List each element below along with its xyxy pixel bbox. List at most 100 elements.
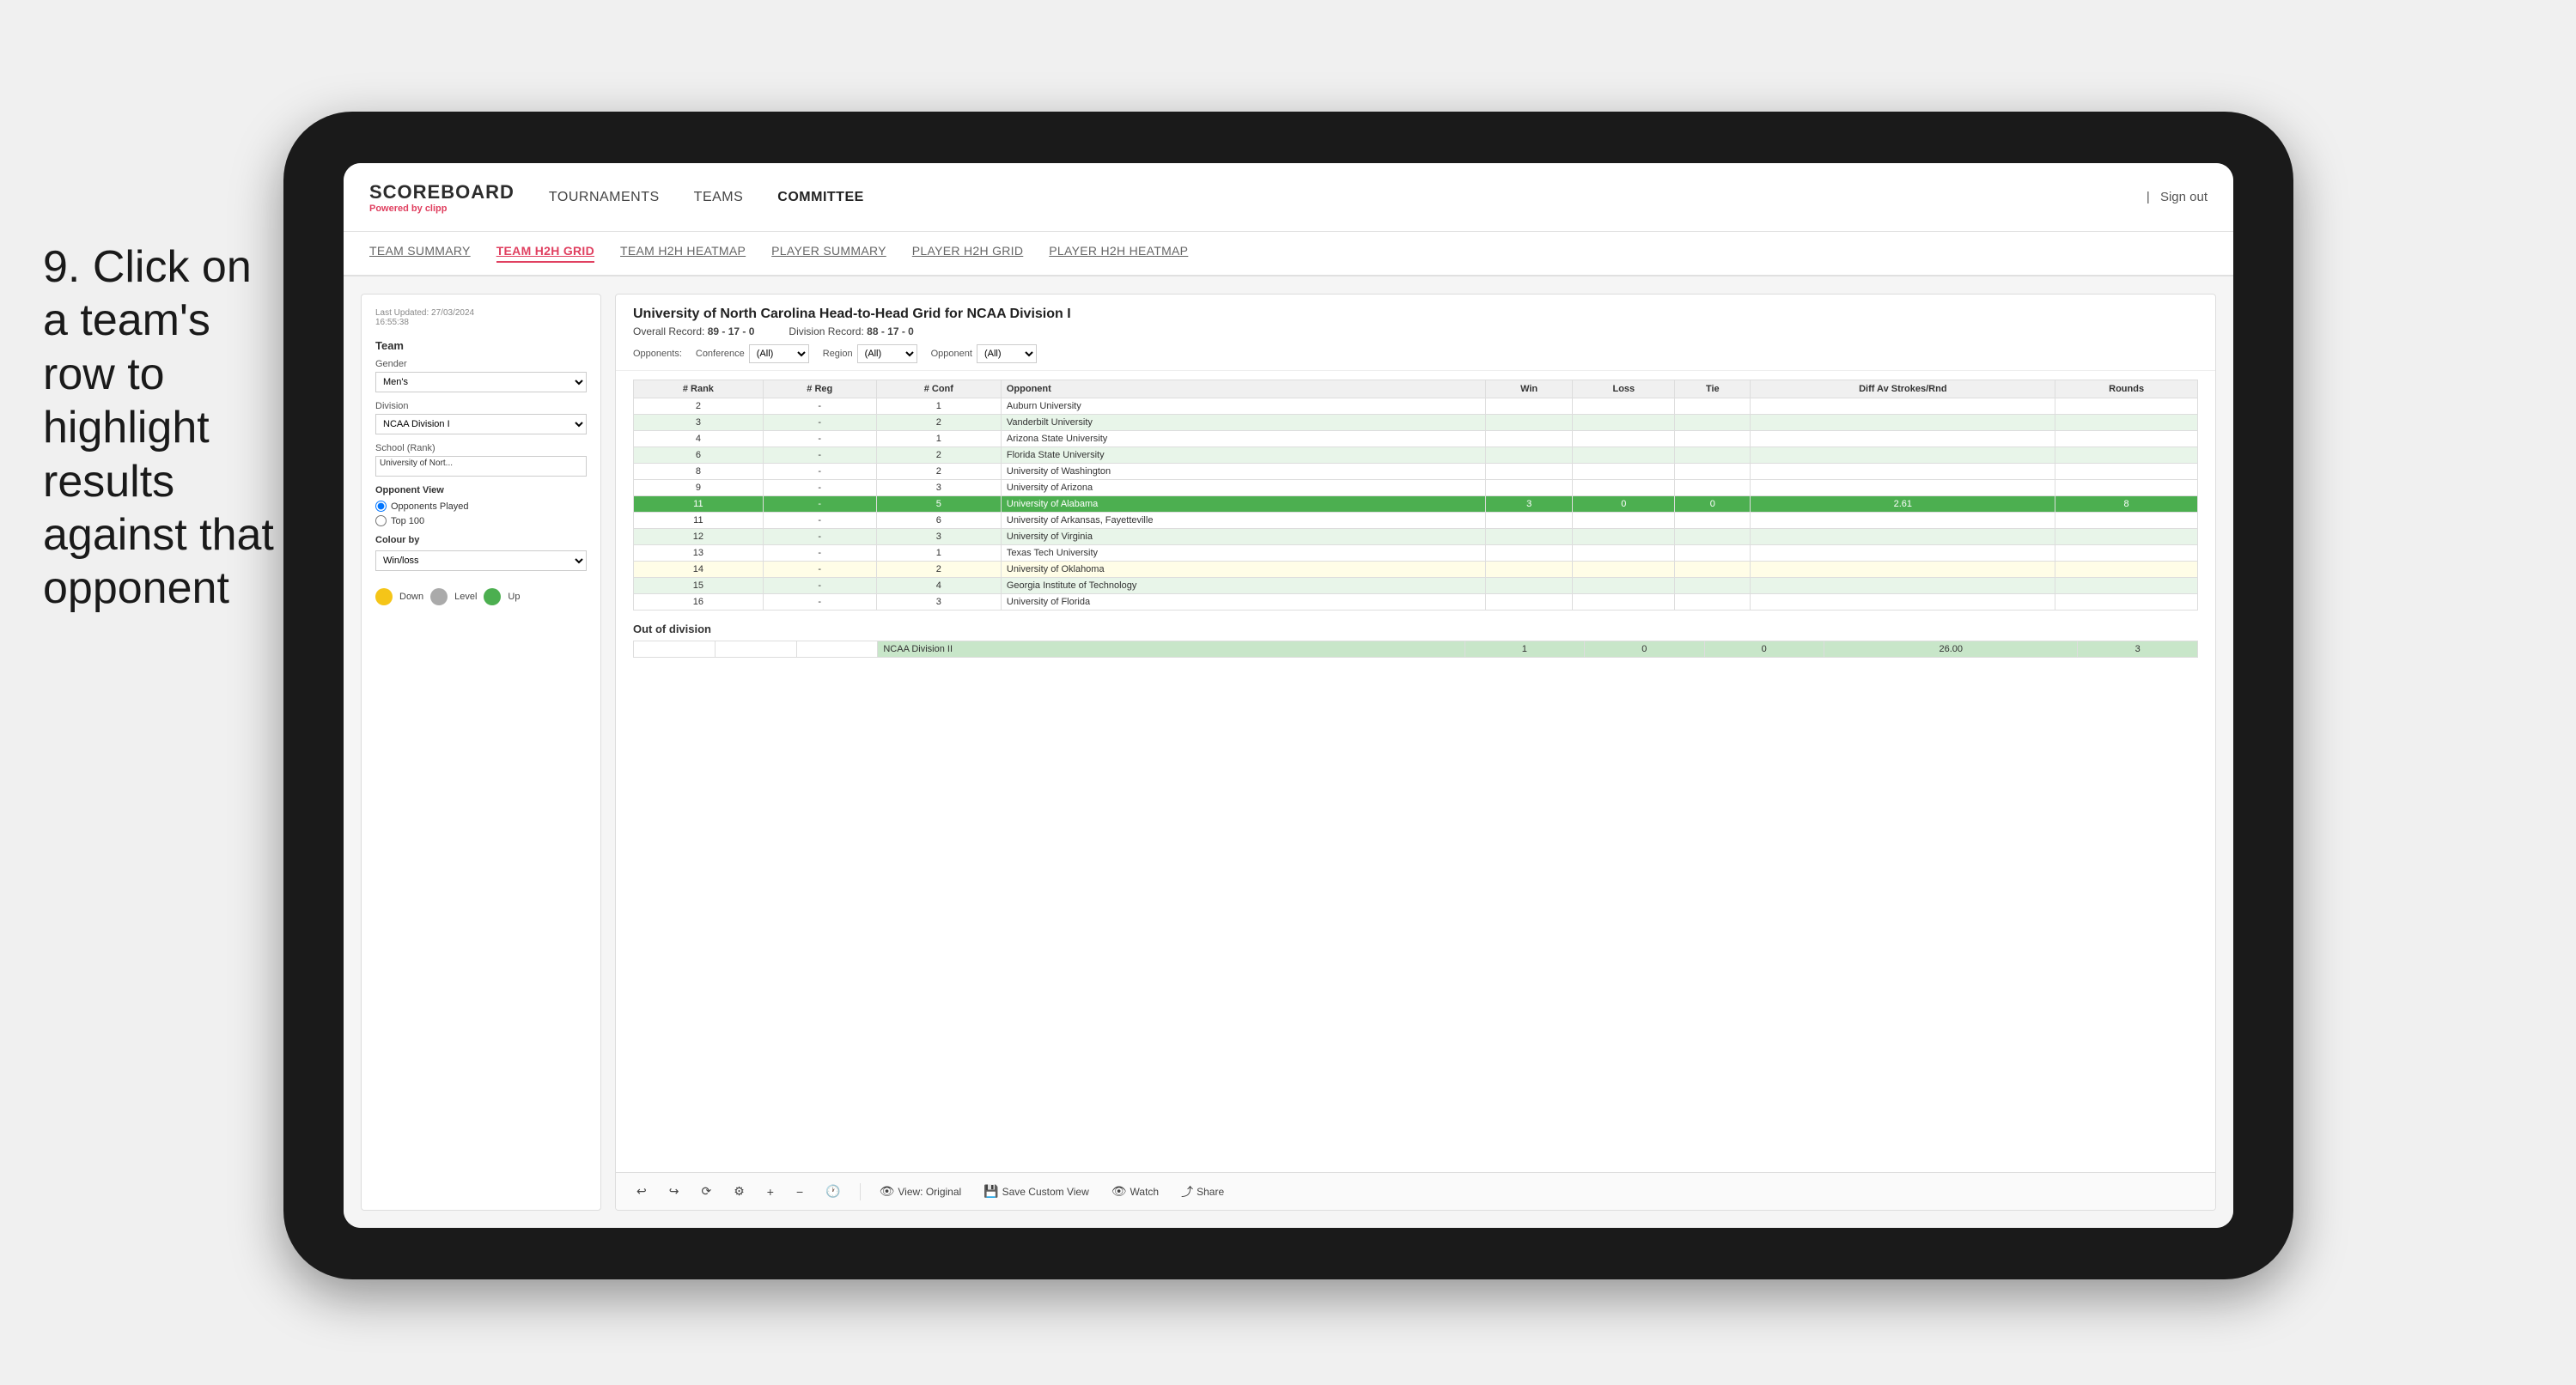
tab-player-h2h-heatmap[interactable]: PLAYER H2H HEATMAP <box>1049 244 1188 263</box>
table-cell <box>1573 513 1675 529</box>
table-row[interactable]: 6-2Florida State University <box>634 447 2198 464</box>
tab-player-h2h-grid[interactable]: PLAYER H2H GRID <box>912 244 1024 263</box>
undo-button[interactable]: ↩ <box>630 1182 654 1201</box>
share-button[interactable]: ⤴ Share <box>1174 1181 1231 1203</box>
settings-button[interactable]: ⚙ <box>727 1182 752 1201</box>
legend-down-dot <box>375 588 393 605</box>
table-cell <box>1573 431 1675 447</box>
table-cell <box>1573 480 1675 496</box>
table-cell: - <box>763 513 876 529</box>
clock-button[interactable]: 🕐 <box>819 1182 847 1201</box>
tab-team-h2h-grid[interactable]: TEAM H2H GRID <box>496 244 594 263</box>
table-cell: 4 <box>634 431 764 447</box>
col-win: Win <box>1485 380 1573 398</box>
table-row[interactable]: 12-3University of Virginia <box>634 529 2198 545</box>
table-cell <box>1751 431 2055 447</box>
table-cell <box>1573 545 1675 562</box>
table-cell <box>1485 562 1573 578</box>
colour-by-select[interactable]: Win/loss <box>375 550 587 571</box>
table-cell: 15 <box>634 578 764 594</box>
plus-button[interactable]: + <box>760 1182 781 1201</box>
table-cell: 8 <box>634 464 764 480</box>
records-row: Overall Record: 89 - 17 - 0 Division Rec… <box>633 325 2198 337</box>
table-row[interactable]: 4-1Arizona State University <box>634 431 2198 447</box>
watch-button[interactable]: 👁 Watch <box>1105 1182 1166 1201</box>
table-cell <box>1485 529 1573 545</box>
sign-out-button[interactable]: Sign out <box>2160 190 2208 204</box>
opponent-filter-label: Opponent <box>931 349 972 359</box>
refresh-button[interactable]: ⟳ <box>694 1182 718 1201</box>
table-cell <box>1485 513 1573 529</box>
table-cell <box>1751 513 2055 529</box>
view-original-button[interactable]: 👁 View: Original <box>873 1182 969 1201</box>
table-cell: - <box>763 496 876 513</box>
legend-level-dot <box>430 588 448 605</box>
table-row[interactable]: 15-4Georgia Institute of Technology <box>634 578 2198 594</box>
table-cell: 6 <box>634 447 764 464</box>
table-cell: 4 <box>876 578 1001 594</box>
filter-row: Opponents: Conference (All) Region (All) <box>633 344 2198 363</box>
col-reg: # Reg <box>763 380 876 398</box>
region-filter: Region (All) <box>823 344 917 363</box>
table-cell <box>1675 415 1751 431</box>
logo-scoreboard: SCOREBOARD <box>369 181 515 203</box>
table-row[interactable]: 3-2Vanderbilt University <box>634 415 2198 431</box>
tab-player-summary[interactable]: PLAYER SUMMARY <box>771 244 886 263</box>
minus-button[interactable]: − <box>789 1182 810 1201</box>
table-row[interactable]: 8-2University of Washington <box>634 464 2198 480</box>
radio-top100[interactable]: Top 100 <box>375 515 587 526</box>
table-row[interactable]: 11-6University of Arkansas, Fayetteville <box>634 513 2198 529</box>
table-cell <box>1675 464 1751 480</box>
instruction-text: 9. Click on a team's row to highlight re… <box>43 240 283 616</box>
table-row[interactable]: 13-1Texas Tech University <box>634 545 2198 562</box>
table-cell <box>1751 594 2055 610</box>
grid-scroll[interactable]: # Rank # Reg # Conf Opponent Win Loss Ti… <box>616 371 2215 1172</box>
col-opponent: Opponent <box>1001 380 1485 398</box>
division-record-label: Division Record: 88 - 17 - 0 <box>789 325 913 337</box>
ood-reg <box>715 641 796 658</box>
table-row[interactable]: 9-3University of Arizona <box>634 480 2198 496</box>
colour-by-title: Colour by <box>375 535 587 545</box>
save-custom-view-button[interactable]: 💾 Save Custom View <box>977 1182 1096 1201</box>
division-select[interactable]: NCAA Division I <box>375 414 587 434</box>
tab-team-h2h-heatmap[interactable]: TEAM H2H HEATMAP <box>620 244 746 263</box>
conference-filter: Conference (All) <box>696 344 809 363</box>
nav-teams[interactable]: TEAMS <box>694 190 744 205</box>
sidebar-updated: Last Updated: 27/03/2024 16:55:38 <box>375 308 587 327</box>
table-cell: 12 <box>634 529 764 545</box>
table-cell <box>1751 415 2055 431</box>
gender-select[interactable]: Men's <box>375 372 587 392</box>
table-cell <box>2055 529 2198 545</box>
redo-button[interactable]: ↪ <box>662 1182 686 1201</box>
tab-team-summary[interactable]: TEAM SUMMARY <box>369 244 471 263</box>
table-cell: 6 <box>876 513 1001 529</box>
radio-opponents-played[interactable]: Opponents Played <box>375 501 587 512</box>
opponent-select[interactable]: (All) <box>977 344 1037 363</box>
table-row[interactable]: 2-1Auburn University <box>634 398 2198 415</box>
table-row[interactable]: 16-3University of Florida <box>634 594 2198 610</box>
watch-icon: 👁 <box>1111 1184 1127 1199</box>
plus-icon: + <box>767 1185 774 1199</box>
table-cell: 2 <box>876 447 1001 464</box>
out-of-division-header: Out of division <box>633 623 2198 635</box>
nav-committee[interactable]: COMMITTEE <box>777 190 864 205</box>
step-number: 9. <box>43 242 80 292</box>
main-content: Last Updated: 27/03/2024 16:55:38 Team G… <box>344 276 2233 1228</box>
table-cell <box>2055 398 2198 415</box>
table-cell: 3 <box>876 529 1001 545</box>
out-of-division-row[interactable]: NCAA Division II 1 0 0 26.00 3 <box>634 641 2198 658</box>
ood-win: 1 <box>1465 641 1584 658</box>
sign-out-area: | Sign out <box>2147 190 2208 204</box>
table-row[interactable]: 14-2University of Oklahoma <box>634 562 2198 578</box>
conference-select[interactable]: (All) <box>749 344 809 363</box>
nav-tournaments[interactable]: TOURNAMENTS <box>549 190 660 205</box>
region-select[interactable]: (All) <box>857 344 917 363</box>
table-cell: - <box>763 415 876 431</box>
col-tie: Tie <box>1675 380 1751 398</box>
table-cell <box>1485 480 1573 496</box>
table-cell <box>1573 529 1675 545</box>
top-nav: SCOREBOARD Powered by clipp TOURNAMENTS … <box>344 163 2233 232</box>
tablet-frame: SCOREBOARD Powered by clipp TOURNAMENTS … <box>283 112 2293 1279</box>
table-row[interactable]: 11-5University of Alabama3002.618 <box>634 496 2198 513</box>
table-cell <box>1485 431 1573 447</box>
